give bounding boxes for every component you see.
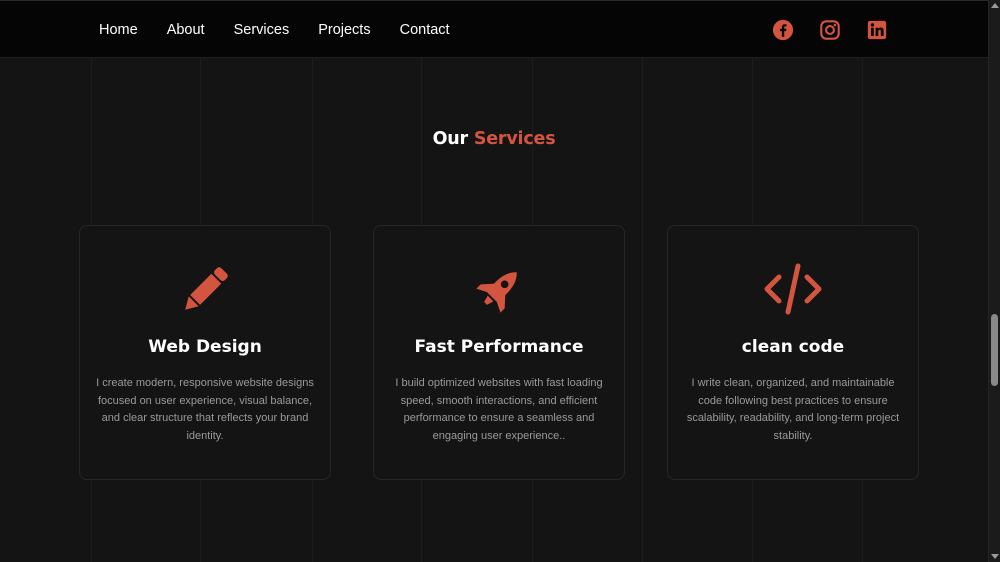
card-description: I write clean, organized, and maintainab…	[686, 377, 900, 442]
nav-link-contact[interactable]: Contact	[400, 22, 450, 38]
card-title: Fast Performance	[414, 337, 584, 357]
section-title-main: Our	[432, 129, 469, 149]
section-title-accent: Services	[473, 129, 556, 149]
scroll-thumb[interactable]	[991, 314, 998, 386]
code-icon	[764, 263, 822, 315]
navbar: Home About Services Projects Contact	[0, 0, 988, 58]
social-links	[747, 1, 888, 59]
nav-links: Home About Services Projects Contact	[99, 1, 479, 59]
vertical-scrollbar[interactable]	[988, 0, 1000, 562]
pencil-icon	[185, 267, 228, 310]
scroll-up-arrow-icon[interactable]	[991, 3, 999, 8]
service-card-clean-code: clean code I write clean, organized, and…	[667, 225, 919, 480]
scroll-down-arrow-icon[interactable]	[991, 554, 999, 559]
card-title: Web Design	[148, 337, 262, 357]
service-card-fast-performance: Fast Performance I build optimized websi…	[373, 225, 625, 480]
nav-link-about[interactable]: About	[167, 22, 205, 38]
rocket-icon	[476, 272, 517, 313]
instagram-icon[interactable]	[819, 19, 841, 41]
nav-link-services[interactable]: Services	[234, 22, 290, 38]
card-description: I build optimized websites with fast loa…	[395, 377, 603, 442]
nav-link-projects[interactable]: Projects	[318, 22, 370, 38]
section-title: Our Services	[0, 129, 988, 149]
service-card-web-design: Web Design I create modern, responsive w…	[79, 225, 331, 480]
card-description: I create modern, responsive website desi…	[96, 377, 314, 442]
facebook-icon[interactable]	[772, 19, 794, 41]
linkedin-icon[interactable]	[866, 19, 888, 41]
card-title: clean code	[741, 337, 845, 357]
nav-link-home[interactable]: Home	[99, 22, 138, 38]
